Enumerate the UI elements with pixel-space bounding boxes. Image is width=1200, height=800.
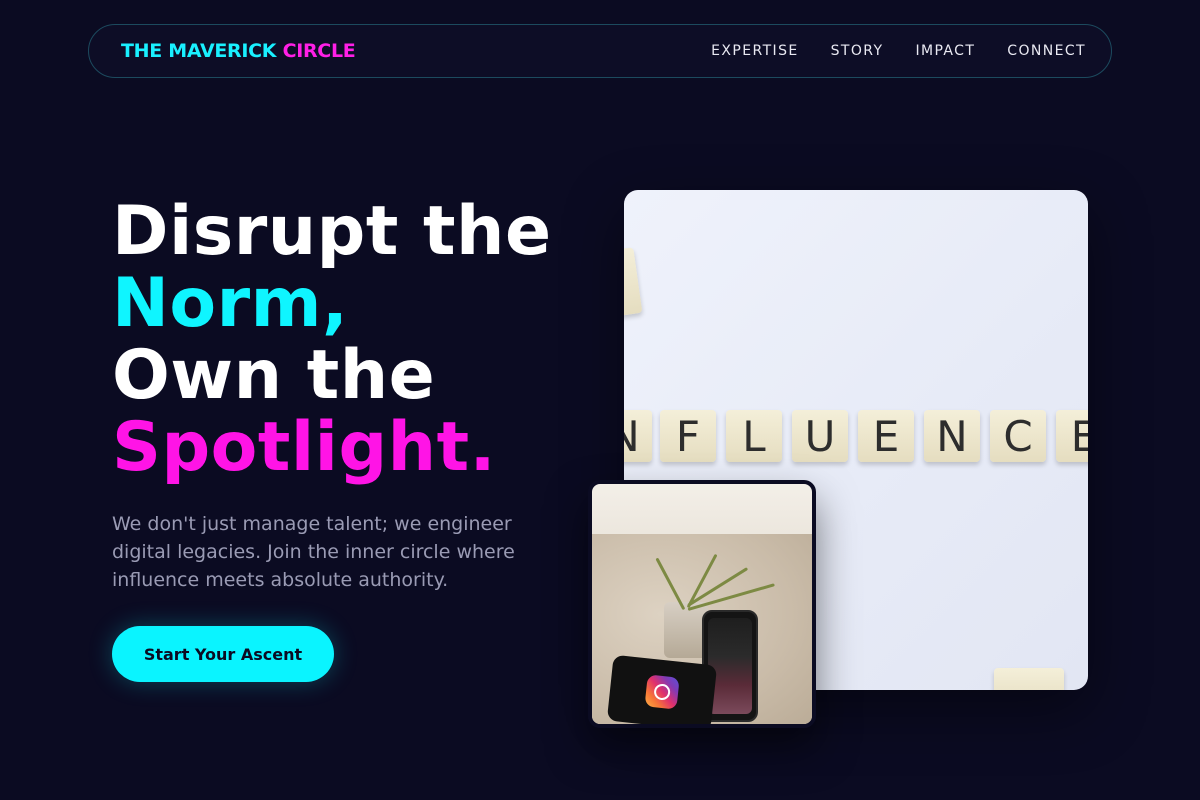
start-ascent-button[interactable]: Start Your Ascent <box>112 626 334 682</box>
nav-link-story[interactable]: STORY <box>831 43 884 59</box>
scrabble-tile: U <box>792 410 848 462</box>
scrabble-tile: N <box>624 410 652 462</box>
scrabble-tile <box>994 668 1064 690</box>
nav-link-expertise[interactable]: EXPERTISE <box>711 43 798 59</box>
scrabble-tile <box>624 247 643 319</box>
phone-instagram <box>606 654 718 724</box>
brand-logo[interactable]: THE MAVERICK CIRCLE <box>121 40 356 62</box>
nav-link-connect[interactable]: CONNECT <box>1007 43 1086 59</box>
headline-line-4: Spotlight. <box>112 408 496 487</box>
instagram-icon <box>644 674 680 710</box>
phone-screen <box>708 618 752 714</box>
scrabble-tile: L <box>726 410 782 462</box>
nav-link-impact[interactable]: IMPACT <box>915 43 975 59</box>
hero-description: We don't just manage talent; we engineer… <box>112 513 515 591</box>
scrabble-tile: C <box>990 410 1046 462</box>
landing-page: THE MAVERICK CIRCLE EXPERTISE STORY IMPA… <box>0 0 1200 800</box>
headline-line-1: Disrupt the <box>112 192 552 271</box>
headline-line-2: Norm, <box>112 264 349 343</box>
brand-name-part2: CIRCLE <box>282 40 356 62</box>
scrabble-tile: E <box>858 410 914 462</box>
social-phones-image <box>588 480 816 728</box>
scrabble-tile: E <box>1056 410 1088 462</box>
top-nav: THE MAVERICK CIRCLE EXPERTISE STORY IMPA… <box>88 24 1112 78</box>
scrabble-tile: F <box>660 410 716 462</box>
nav-links: EXPERTISE STORY IMPACT CONNECT <box>711 43 1086 59</box>
scrabble-tile: N <box>924 410 980 462</box>
brand-name-part1: THE MAVERICK <box>121 40 277 62</box>
hero-headline: Disrupt the Norm, Own the Spotlight. <box>112 196 592 484</box>
headline-line-3: Own the <box>112 336 436 415</box>
